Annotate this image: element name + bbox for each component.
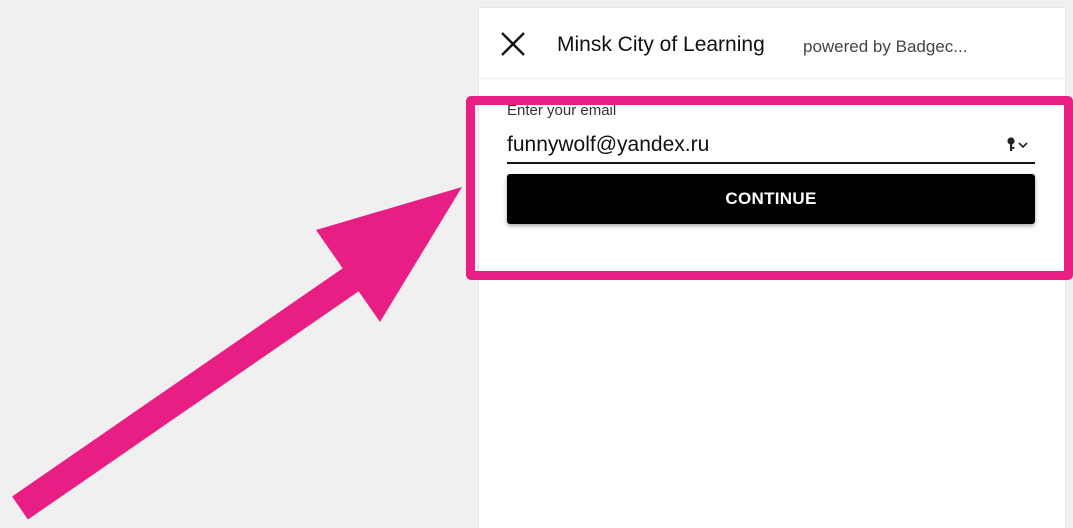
- email-field-underline: [507, 162, 1035, 164]
- close-button[interactable]: [499, 30, 527, 58]
- key-icon: [1007, 137, 1015, 151]
- password-manager-button[interactable]: [1006, 136, 1032, 152]
- email-field[interactable]: [507, 128, 1035, 162]
- close-icon: [501, 32, 525, 56]
- page-title: Minsk City of Learning: [557, 33, 765, 56]
- sign-in-panel: Minsk City of Learning powered by Badgec…: [479, 8, 1065, 528]
- chevron-down-icon: [1018, 142, 1028, 149]
- powered-by-text: powered by Badgec...: [803, 37, 968, 56]
- panel-header: Minsk City of Learning powered by Badgec…: [479, 8, 1065, 79]
- email-label: Enter your email: [507, 102, 617, 119]
- continue-button[interactable]: CONTINUE: [507, 174, 1035, 224]
